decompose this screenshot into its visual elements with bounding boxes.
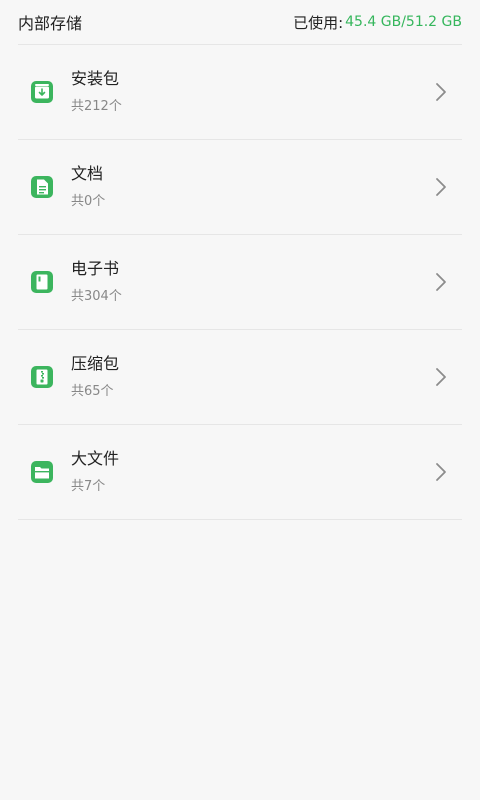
large-file-icon bbox=[30, 460, 54, 484]
category-title: 压缩包 bbox=[71, 354, 120, 373]
category-text: 文档 共0个 bbox=[71, 164, 434, 210]
category-count: 共212个 bbox=[71, 99, 122, 114]
storage-usage: 已使用: 45.4 GB/51.2 GB bbox=[293, 12, 462, 33]
storage-page: 内部存储 已使用: 45.4 GB/51.2 GB 安装包 共212个 文档 共… bbox=[0, 0, 480, 800]
category-item-ebook[interactable]: 电子书 共304个 bbox=[18, 235, 462, 330]
chevron-right-icon bbox=[434, 272, 448, 292]
category-item-document[interactable]: 文档 共0个 bbox=[18, 140, 462, 235]
category-count: 共0个 bbox=[71, 194, 106, 209]
category-title: 安装包 bbox=[71, 69, 120, 88]
category-item-large-file[interactable]: 大文件 共7个 bbox=[18, 425, 462, 520]
chevron-right-icon bbox=[434, 462, 448, 482]
category-text: 电子书 共304个 bbox=[71, 259, 434, 305]
category-text: 安装包 共212个 bbox=[71, 69, 434, 115]
document-icon bbox=[30, 175, 54, 199]
chevron-right-icon bbox=[434, 367, 448, 387]
package-icon bbox=[30, 80, 54, 104]
category-count: 共304个 bbox=[71, 289, 122, 304]
category-title: 电子书 bbox=[71, 259, 120, 278]
usage-value: 45.4 GB/51.2 GB bbox=[345, 14, 462, 30]
category-item-archive[interactable]: 压缩包 共65个 bbox=[18, 330, 462, 425]
usage-label: 已使用: bbox=[293, 13, 344, 32]
category-count: 共7个 bbox=[71, 479, 106, 494]
ebook-icon bbox=[30, 270, 54, 294]
chevron-right-icon bbox=[434, 82, 448, 102]
category-title: 大文件 bbox=[71, 449, 120, 468]
category-text: 压缩包 共65个 bbox=[71, 354, 434, 400]
category-count: 共65个 bbox=[71, 384, 114, 399]
chevron-right-icon bbox=[434, 177, 448, 197]
category-list: 安装包 共212个 文档 共0个 电子书 共304个 压缩包 共65个 大文件 … bbox=[18, 45, 462, 520]
storage-header: 内部存储 已使用: 45.4 GB/51.2 GB bbox=[18, 0, 462, 45]
category-text: 大文件 共7个 bbox=[71, 449, 434, 495]
archive-icon bbox=[30, 365, 54, 389]
page-title: 内部存储 bbox=[18, 14, 83, 33]
category-title: 文档 bbox=[71, 164, 104, 183]
category-item-package[interactable]: 安装包 共212个 bbox=[18, 45, 462, 140]
